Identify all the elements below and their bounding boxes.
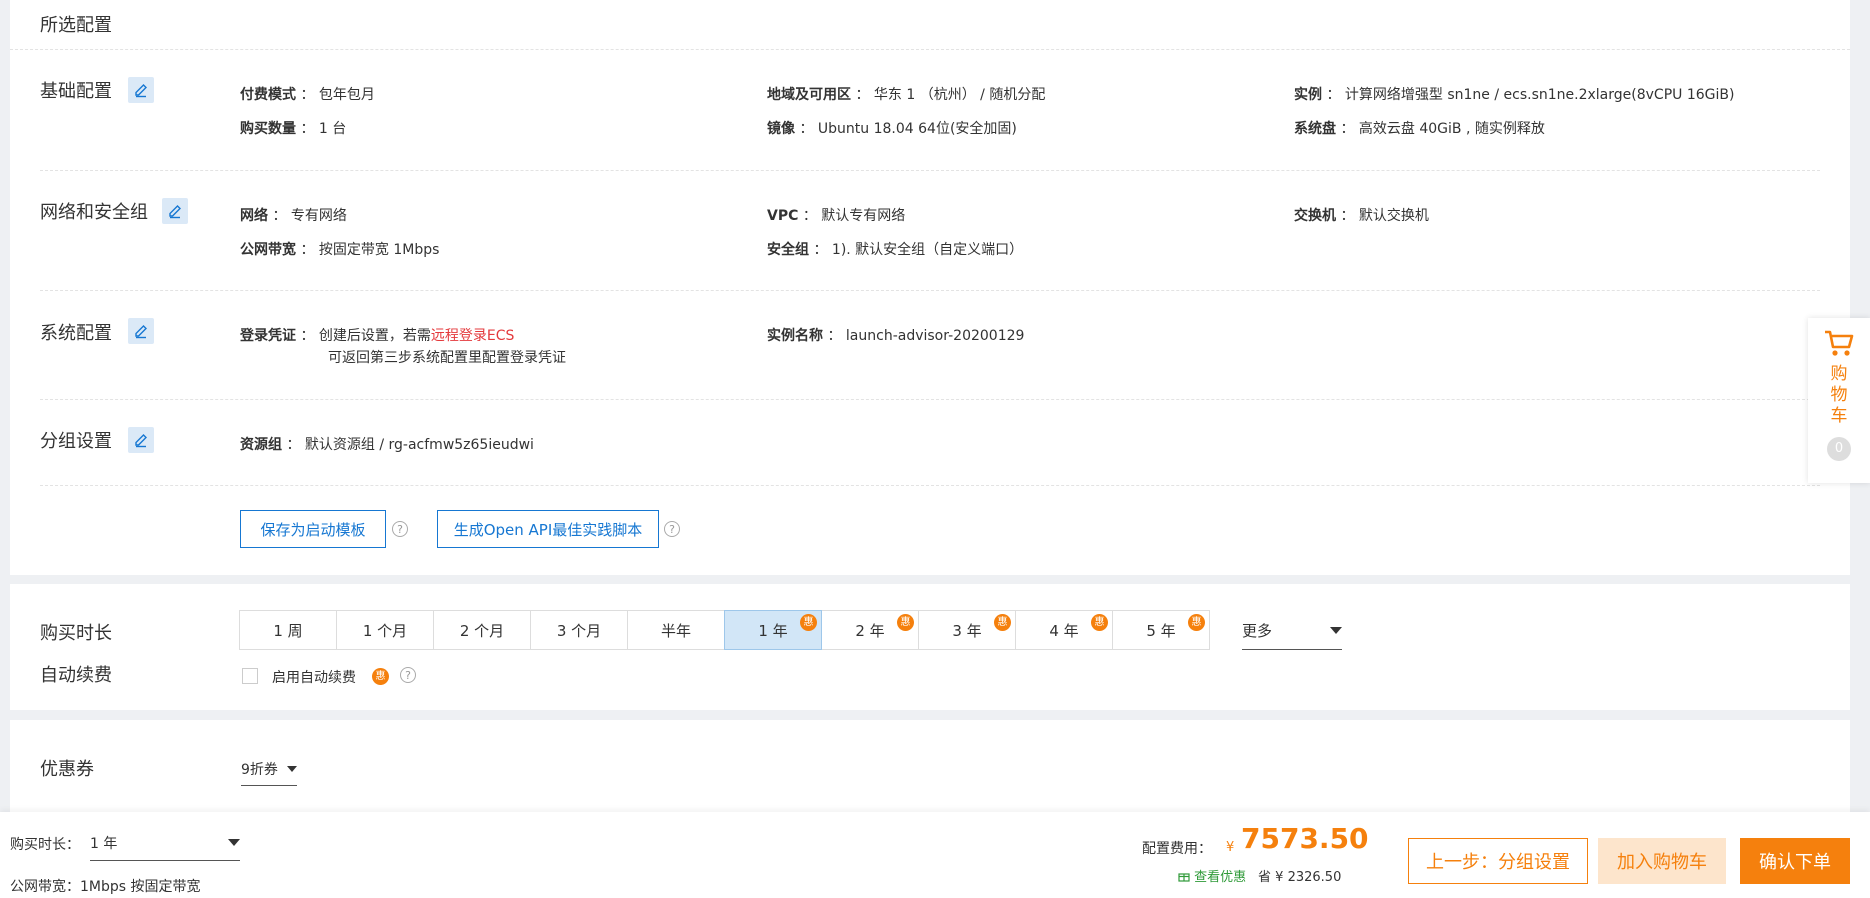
generate-api-button[interactable]: 生成Open API最佳实践脚本 <box>437 510 659 548</box>
divider <box>10 49 1850 50</box>
more-durations-dropdown[interactable]: 更多 <box>1242 612 1342 650</box>
section-title-system: 系统配置 <box>40 323 112 344</box>
divider <box>40 170 1820 171</box>
help-icon[interactable]: ? <box>664 521 680 537</box>
field-resource-group: 资源组 ： 默认资源组 / rg-acfmw5z65ieudwi <box>240 437 534 453</box>
section-title-group: 分组设置 <box>40 431 112 452</box>
cart-label: 物 <box>1830 385 1848 405</box>
currency-symbol: ¥ <box>1226 840 1235 855</box>
field-login-credential: 登录凭证 ： 创建后设置，若需远程登录ECS <box>240 328 515 344</box>
remote-login-link[interactable]: 远程登录ECS <box>431 328 515 344</box>
duration-option[interactable]: 5 年惠 <box>1112 610 1210 650</box>
shopping-cart-widget[interactable]: 购 物 车 0 <box>1808 318 1870 483</box>
discount-badge: 惠 <box>897 614 914 631</box>
field-login-credential-line2: 可返回第三步系统配置里配置登录凭证 <box>328 350 566 366</box>
cart-label: 车 <box>1830 406 1848 426</box>
selected-config-panel: 所选配置 基础配置 付费模式 ： 包年包月 地域及可用区 ： 华东 1 （杭州）… <box>10 0 1850 575</box>
discount-badge: 惠 <box>1188 614 1205 631</box>
save-amount: 省 ¥ 2326.50 <box>1258 870 1342 885</box>
field-instance-name: 实例名称 ： launch-advisor-20200129 <box>767 328 1025 344</box>
discount-badge: 惠 <box>1091 614 1108 631</box>
duration-option-selected[interactable]: 1 年惠 <box>724 610 822 650</box>
gift-icon <box>1178 873 1190 882</box>
field-security-group: 安全组 ： 1). 默认安全组（自定义端口） <box>767 242 1024 258</box>
duration-option[interactable]: 1 个月 <box>336 610 434 650</box>
field-image: 镜像 ： Ubuntu 18.04 64位(安全加固) <box>767 121 1017 137</box>
cart-count-badge: 0 <box>1827 437 1851 461</box>
panel-title: 所选配置 <box>40 15 112 36</box>
pencil-icon <box>135 325 147 339</box>
duration-option[interactable]: 3 个月 <box>530 610 628 650</box>
cart-icon <box>1825 330 1854 356</box>
caret-down-icon <box>287 765 297 772</box>
edit-network-button[interactable] <box>162 198 188 224</box>
footer-duration-dropdown[interactable]: 1 年 <box>90 825 240 861</box>
duration-option[interactable]: 半年 <box>627 610 725 650</box>
duration-option[interactable]: 4 年惠 <box>1015 610 1113 650</box>
field-network: 网络 ： 专有网络 <box>240 208 347 224</box>
cart-label: 购 <box>1830 364 1848 384</box>
field-bandwidth: 公网带宽 ： 按固定带宽 1Mbps <box>240 242 440 258</box>
confirm-order-button[interactable]: 确认下单 <box>1740 838 1850 884</box>
duration-option[interactable]: 3 年惠 <box>918 610 1016 650</box>
duration-option[interactable]: 2 年惠 <box>821 610 919 650</box>
add-to-cart-button[interactable]: 加入购物车 <box>1598 838 1726 884</box>
pencil-icon <box>135 84 147 98</box>
field-quantity: 购买数量 ： 1 台 <box>240 121 347 137</box>
pencil-icon <box>169 205 181 219</box>
caret-down-icon <box>228 839 240 846</box>
footer-bandwidth: 公网带宽：1Mbps 按固定带宽 <box>10 879 201 895</box>
save-template-button[interactable]: 保存为启动模板 <box>240 510 386 548</box>
discount-badge: 惠 <box>800 614 817 631</box>
help-icon[interactable]: ? <box>400 667 416 683</box>
discount-badge: 惠 <box>372 668 389 685</box>
coupon-label: 优惠券 <box>40 759 94 780</box>
field-vswitch: 交换机 ： 默认交换机 <box>1294 208 1429 224</box>
pencil-icon <box>135 434 147 448</box>
edit-group-button[interactable] <box>128 427 154 453</box>
duration-option[interactable]: 1 周 <box>239 610 337 650</box>
edit-basic-button[interactable] <box>128 77 154 103</box>
divider <box>40 290 1820 291</box>
field-system-disk: 系统盘 ： 高效云盘 40GiB , 随实例释放 <box>1294 121 1545 137</box>
field-billing-mode: 付费模式 ： 包年包月 <box>240 87 375 103</box>
field-region: 地域及可用区 ： 华东 1 （杭州） / 随机分配 <box>767 87 1046 103</box>
edit-system-button[interactable] <box>128 318 154 344</box>
duration-option[interactable]: 2 个月 <box>433 610 531 650</box>
auto-renew-text[interactable]: 启用自动续费 <box>272 667 356 687</box>
footer-duration-label: 购买时长： <box>10 837 80 853</box>
auto-renew-checkbox[interactable] <box>242 668 258 684</box>
divider <box>40 399 1820 400</box>
order-footer: 购买时长： 1 年 公网带宽：1Mbps 按固定带宽 配置费用： ¥ 7573.… <box>0 812 1870 898</box>
coupon-dropdown[interactable]: 9折券 <box>241 752 297 786</box>
divider <box>40 485 1820 486</box>
help-icon[interactable]: ? <box>392 521 408 537</box>
discount-badge: 惠 <box>994 614 1011 631</box>
caret-down-icon <box>1330 627 1342 634</box>
section-title-network: 网络和安全组 <box>40 202 148 223</box>
view-discount-link[interactable]: 查看优惠 <box>1178 866 1246 885</box>
auto-renew-label: 自动续费 <box>40 665 112 686</box>
section-title-basic: 基础配置 <box>40 81 112 102</box>
cost-label: 配置费用： <box>1142 841 1212 857</box>
duration-options: 1 周 1 个月 2 个月 3 个月 半年 1 年惠 2 年惠 3 年惠 4 年… <box>239 610 1210 650</box>
field-vpc: VPC ： 默认专有网络 <box>767 208 906 224</box>
duration-label: 购买时长 <box>40 623 112 644</box>
prev-step-button[interactable]: 上一步：分组设置 <box>1408 838 1588 884</box>
field-instance: 实例 ： 计算网络增强型 sn1ne / ecs.sn1ne.2xlarge(8… <box>1294 87 1735 103</box>
total-cost: 7573.50 <box>1241 822 1369 855</box>
